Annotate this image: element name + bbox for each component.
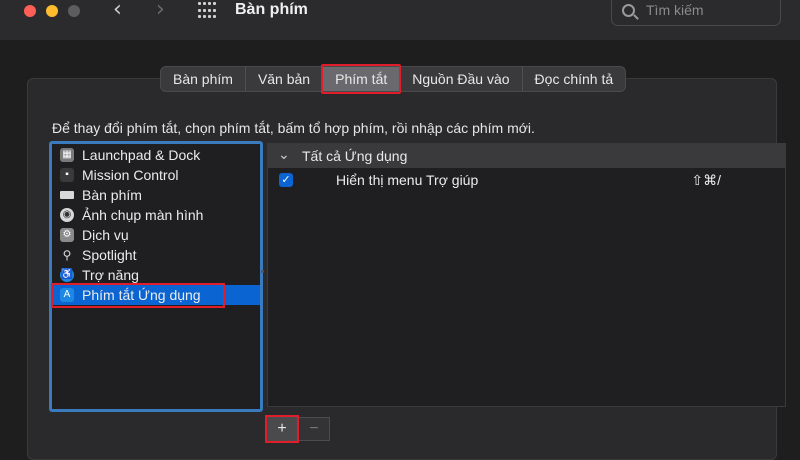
- chevron-down-icon[interactable]: ⌄: [278, 142, 290, 166]
- keyboard-icon: [60, 191, 74, 199]
- search-icon: [622, 4, 635, 17]
- shortcut-enabled-checkbox[interactable]: ✓: [279, 173, 293, 187]
- category-label: Phím tắt Ứng dụng: [82, 287, 201, 303]
- shortcut-keys[interactable]: ⇧⌘/: [691, 168, 721, 192]
- category-label: Dịch vụ: [82, 227, 129, 243]
- category-launchpad-dock[interactable]: ▦ Launchpad & Dock: [52, 145, 260, 165]
- category-mission-control[interactable]: ▪ Mission Control: [52, 165, 260, 185]
- minimize-window-button[interactable]: [46, 5, 58, 17]
- tab-nguon-dau-vao[interactable]: Nguồn Đầu vào: [400, 67, 523, 91]
- category-label: Bàn phím: [82, 187, 142, 203]
- close-window-button[interactable]: [24, 5, 36, 17]
- screenshot-icon: ◉: [60, 208, 74, 222]
- zoom-window-button[interactable]: [68, 5, 80, 17]
- back-arrow-icon[interactable]: ‹: [113, 0, 122, 22]
- search-field[interactable]: Tìm kiếm: [611, 0, 781, 26]
- category-label: Trợ năng: [82, 267, 139, 283]
- shortcut-group-header[interactable]: ⌄ Tất cả Ứng dụng: [268, 144, 785, 168]
- category-spotlight[interactable]: ⚲ Spotlight: [52, 245, 260, 265]
- category-screenshot[interactable]: ◉ Ảnh chụp màn hình: [52, 205, 260, 225]
- show-all-grid-icon[interactable]: [198, 2, 216, 20]
- app-store-icon: A: [60, 288, 74, 302]
- search-placeholder: Tìm kiếm: [646, 2, 704, 18]
- category-keyboard[interactable]: Bàn phím: [52, 185, 260, 205]
- remove-shortcut-button[interactable]: −: [298, 417, 330, 441]
- category-label: Spotlight: [82, 247, 137, 263]
- category-accessibility[interactable]: ♿ Trợ năng: [52, 265, 260, 285]
- tab-phim-tat[interactable]: Phím tắt: [321, 64, 402, 94]
- title-bar: ‹ › Bàn phím Tìm kiếm: [0, 0, 800, 40]
- shortcut-group-label: Tất cả Ứng dụng: [302, 148, 408, 164]
- window-title: Bàn phím: [235, 1, 308, 18]
- shortcut-list: ⌄ Tất cả Ứng dụng ✓ Hiển thị menu Trợ gi…: [267, 143, 786, 407]
- search-icon: ⚲: [62, 248, 72, 262]
- list-buttons: + −: [265, 415, 330, 443]
- launchpad-icon: ▦: [60, 148, 74, 162]
- category-app-shortcuts[interactable]: A Phím tắt Ứng dụng: [51, 283, 260, 308]
- forward-arrow-icon[interactable]: ›: [156, 0, 165, 22]
- accessibility-icon: ♿: [60, 268, 74, 282]
- add-shortcut-button[interactable]: +: [265, 415, 299, 443]
- category-list: ▦ Launchpad & Dock ▪ Mission Control Bàn…: [49, 141, 263, 412]
- mission-control-icon: ▪: [60, 168, 74, 182]
- category-services[interactable]: ⚙ Dịch vụ: [52, 225, 260, 245]
- gear-icon: ⚙: [60, 228, 74, 242]
- shortcut-name: Hiển thị menu Trợ giúp: [336, 172, 479, 188]
- tab-doc-chinh-ta[interactable]: Đọc chính tả: [523, 67, 626, 91]
- category-label: Mission Control: [82, 167, 179, 183]
- tab-bar: Bàn phím Văn bản Phím tắt Nguồn Đầu vào …: [160, 64, 627, 94]
- split-view-handle[interactable]: [261, 270, 264, 273]
- tab-van-ban[interactable]: Văn bản: [246, 67, 324, 91]
- instruction-text: Để thay đổi phím tắt, chọn phím tắt, bấm…: [52, 120, 535, 136]
- tab-ban-phim[interactable]: Bàn phím: [161, 67, 246, 91]
- category-label: Ảnh chụp màn hình: [82, 207, 204, 223]
- category-label: Launchpad & Dock: [82, 147, 201, 163]
- shortcut-row[interactable]: ✓ Hiển thị menu Trợ giúp ⇧⌘/: [268, 168, 785, 192]
